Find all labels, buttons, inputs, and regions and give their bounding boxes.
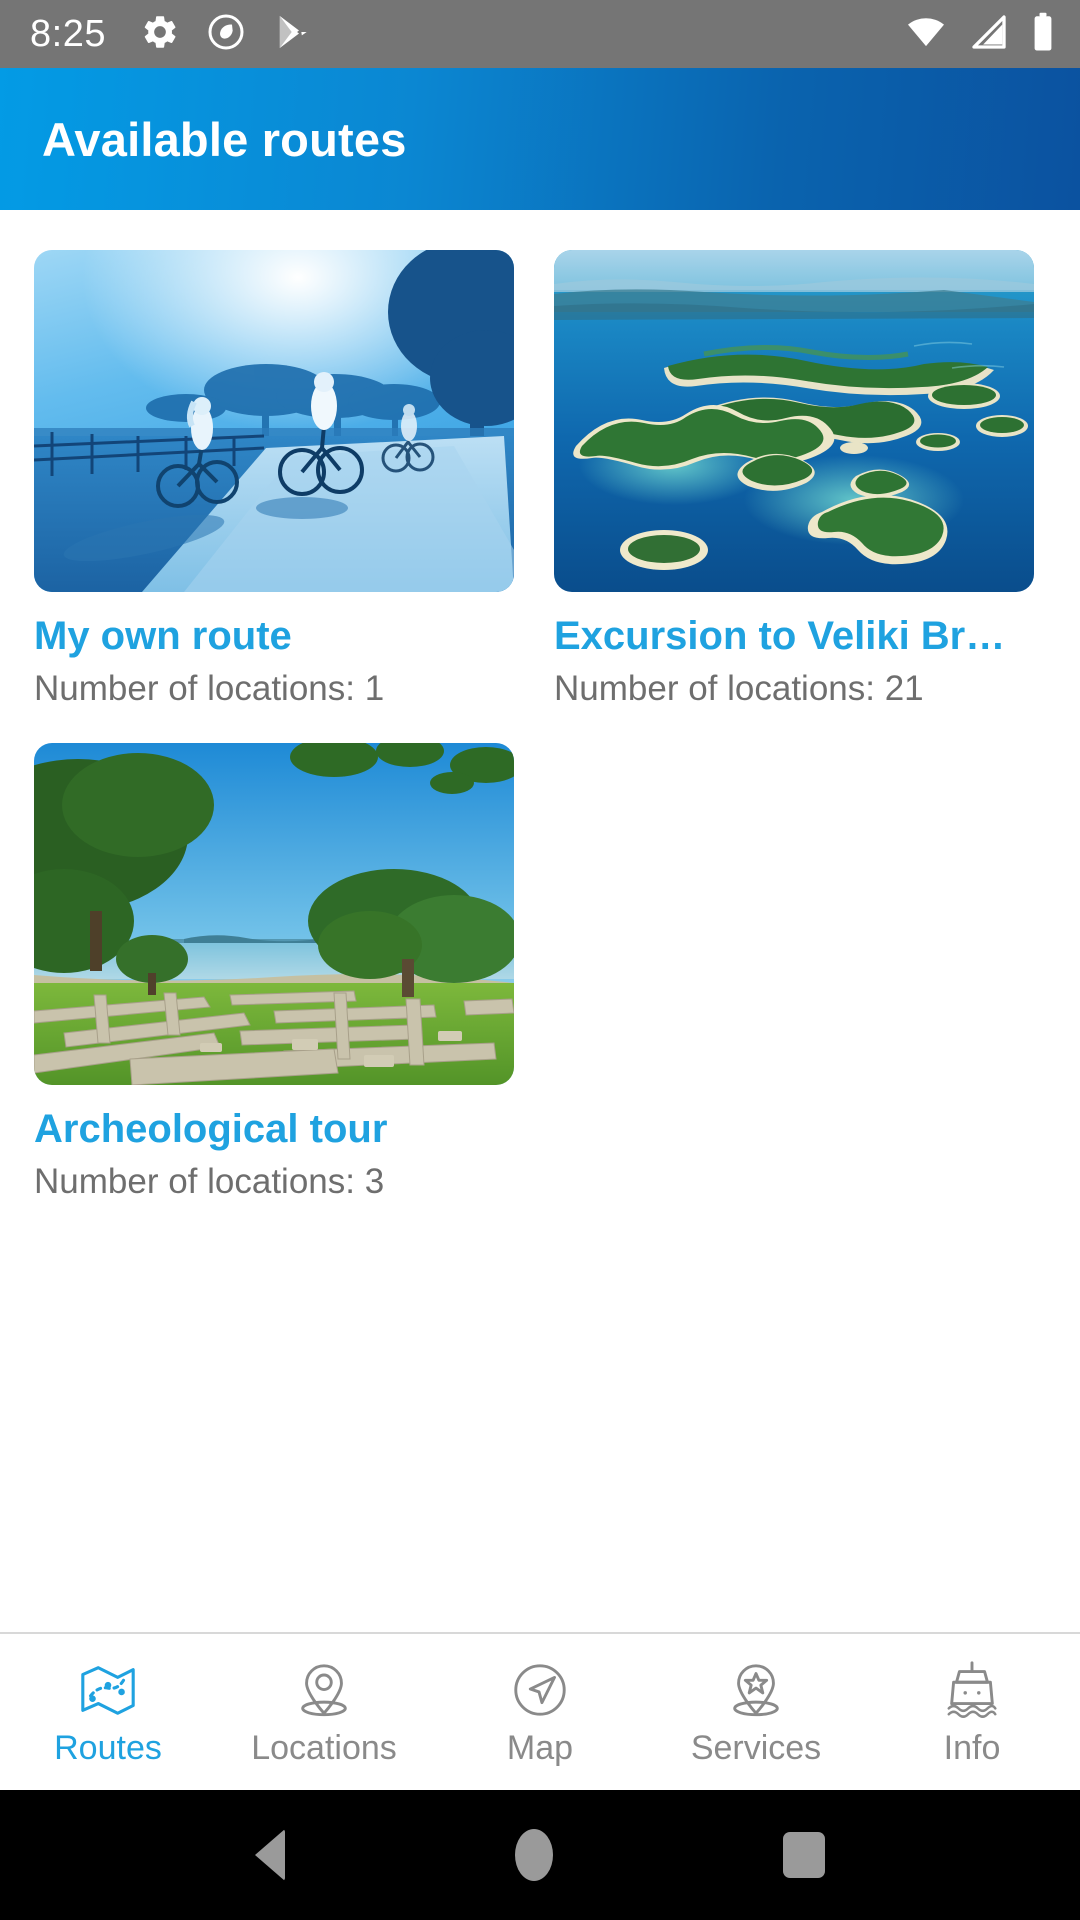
recents-square-button[interactable] (783, 1832, 825, 1878)
nav-tab-services[interactable]: Services (648, 1634, 864, 1790)
route-card[interactable]: Excursion to Veliki Br… Number of locati… (554, 250, 1034, 709)
route-locations-count: Number of locations: 3 (34, 1161, 385, 1201)
nav-tab-label: Routes (54, 1729, 162, 1767)
nav-tab-map[interactable]: Map (432, 1634, 648, 1790)
cyclists-photo-illustration (34, 250, 514, 592)
page-title: Available routes (42, 112, 407, 166)
map-pin-icon (293, 1659, 355, 1721)
gear-icon (140, 12, 180, 57)
brijuni-islands-photo-illustration (554, 250, 1034, 592)
status-bar: 8:25 (0, 0, 1080, 68)
routes-grid: My own route Number of locations: 1 Excu… (34, 250, 1046, 1236)
roman-ruins-photo-illustration (34, 743, 514, 1086)
nav-tab-routes[interactable]: Routes (0, 1634, 216, 1790)
route-title: Archeological tour (34, 1107, 388, 1152)
app-bar: Available routes (0, 68, 1080, 210)
route-card[interactable]: My own route Number of locations: 1 (34, 250, 514, 709)
routes-list-container: My own route Number of locations: 1 Excu… (0, 210, 1080, 1632)
route-locations-count: Number of locations: 21 (554, 668, 924, 708)
play-store-icon (272, 12, 312, 57)
wifi-icon (904, 12, 948, 57)
route-thumbnail-ruins[interactable] (34, 743, 514, 1086)
cellular-signal-icon (968, 12, 1010, 57)
route-locations-count: Number of locations: 1 (34, 668, 385, 708)
nav-tab-label: Map (506, 1729, 574, 1767)
bottom-navigation-bar: Routes Locations Map Services Info (0, 1632, 1080, 1790)
nav-tab-label: Locations (251, 1729, 397, 1767)
map-pin-star-icon (725, 1659, 787, 1721)
navigation-arrow-circle-icon (509, 1659, 571, 1721)
folded-map-route-icon (77, 1659, 139, 1721)
nav-tab-locations[interactable]: Locations (216, 1634, 432, 1790)
battery-icon (1030, 11, 1056, 58)
status-bar-clock: 8:25 (30, 13, 106, 55)
route-title: My own route (34, 614, 292, 658)
route-thumbnail-cyclists[interactable] (34, 250, 514, 592)
status-bar-system-icons (904, 11, 1056, 58)
back-triangle-button[interactable] (255, 1829, 285, 1881)
home-circle-button[interactable] (515, 1829, 553, 1881)
android-q-circle-icon (206, 12, 246, 57)
nav-tab-label: Services (690, 1729, 822, 1767)
android-system-navigation-bar (0, 1790, 1080, 1920)
route-thumbnail-islands[interactable] (554, 250, 1034, 592)
nav-tab-info[interactable]: Info (864, 1634, 1080, 1790)
phone-screen: 8:25 Available routes My own route Numbe… (0, 0, 1080, 1920)
route-card[interactable]: Archeological tour Number of locations: … (34, 743, 514, 1202)
nav-tab-label: Info (943, 1729, 1001, 1767)
route-title: Excursion to Veliki Br… (554, 614, 1006, 658)
ship-boat-icon (941, 1659, 1003, 1721)
status-bar-notification-icons (140, 12, 312, 57)
